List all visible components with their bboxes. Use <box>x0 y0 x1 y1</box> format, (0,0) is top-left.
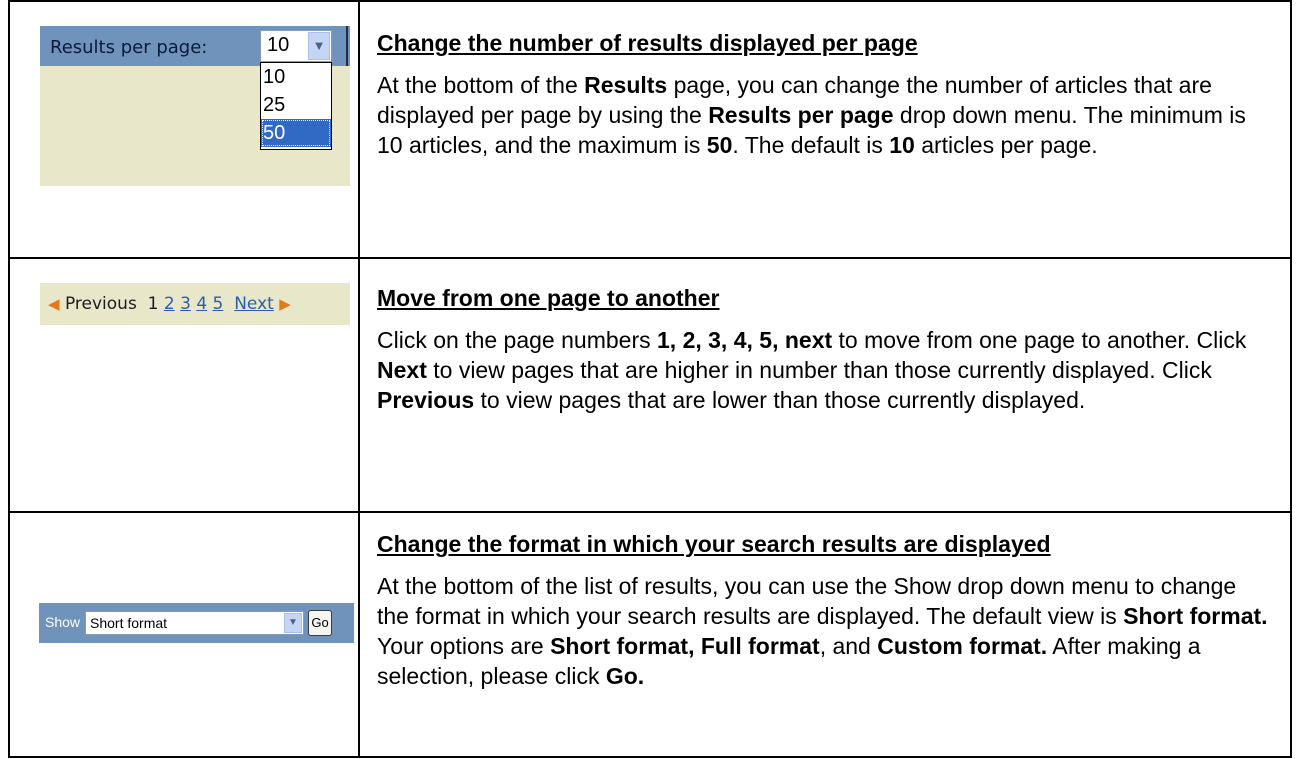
text: , and <box>819 633 878 660</box>
bold-text: Go. <box>605 663 645 690</box>
row2-widget-cell: ◀ Previous 1 2 3 4 5 Next ▶ <box>8 256 360 514</box>
show-label: Show <box>45 614 81 631</box>
bold-text: 50 <box>706 132 733 158</box>
next-link[interactable]: Next <box>234 294 274 314</box>
show-format-select[interactable]: Short format ▼ <box>85 611 304 636</box>
results-per-page-label: Results per page: <box>50 37 208 58</box>
results-per-page-bar: Results per page: 10 ▼ <box>40 26 350 66</box>
row3-widget-cell: Show Short format ▼ Go <box>8 511 360 758</box>
text: Click on the page numbers <box>377 326 657 353</box>
page-link-2[interactable]: 2 <box>164 294 175 314</box>
results-per-page-options: 10 25 50 <box>260 62 332 150</box>
row3-paragraph: At the bottom of the list of results, yo… <box>377 571 1268 691</box>
bold-text: Previous <box>377 386 475 413</box>
show-format-bar: Show Short format ▼ Go <box>39 603 354 644</box>
text: . The default is <box>732 132 890 158</box>
help-row-pagination: ◀ Previous 1 2 3 4 5 Next ▶ Move from on… <box>8 256 1292 514</box>
bold-text: Next <box>377 356 427 383</box>
bold-text: Short format. <box>1123 603 1268 630</box>
text: articles per page. <box>914 132 1098 158</box>
text: Your options are <box>377 633 551 660</box>
text: to move from one page to another. Click <box>832 326 1247 353</box>
pagination-widget: ◀ Previous 1 2 3 4 5 Next ▶ <box>40 282 350 325</box>
row1-description-cell: Change the number of results displayed p… <box>358 0 1292 259</box>
row1-heading: Change the number of results displayed p… <box>377 30 918 56</box>
bold-text: 10 <box>889 132 915 158</box>
bold-text: Custom format. <box>877 633 1048 660</box>
bold-text: 1, 2, 3, 4, 5, next <box>657 326 833 353</box>
triangle-left-icon[interactable]: ◀ <box>48 295 60 313</box>
option-50[interactable]: 50 <box>261 119 331 147</box>
row3-description-cell: Change the format in which your search r… <box>358 511 1292 758</box>
row1-widget-cell: Results per page: 10 ▼ 10 25 50 <box>8 0 360 259</box>
results-per-page-widget: Results per page: 10 ▼ 10 25 50 <box>40 26 350 186</box>
results-per-page-selected-value: 10 <box>267 34 290 56</box>
show-format-selected-value: Short format <box>90 615 168 632</box>
bold-text: Short format, Full format <box>550 633 820 660</box>
help-table: Results per page: 10 ▼ 10 25 50 Change t… <box>8 0 1292 758</box>
help-row-show-format: Show Short format ▼ Go Change the format… <box>8 511 1292 758</box>
page-link-5[interactable]: 5 <box>213 294 224 314</box>
row2-description-cell: Move from one page to another Click on t… <box>358 256 1292 514</box>
text: to view pages that are lower than those … <box>474 386 1086 413</box>
bold-text: Results per page <box>708 102 894 128</box>
page-link-4[interactable]: 4 <box>196 294 207 314</box>
option-10[interactable]: 10 <box>261 63 331 91</box>
option-25[interactable]: 25 <box>261 91 331 119</box>
row2-heading: Move from one page to another <box>377 284 720 311</box>
bold-text: Results <box>584 72 668 98</box>
help-row-results-per-page: Results per page: 10 ▼ 10 25 50 Change t… <box>8 0 1292 259</box>
current-page: 1 <box>147 293 159 314</box>
page-link-3[interactable]: 3 <box>180 294 191 314</box>
results-per-page-select[interactable]: 10 ▼ <box>260 30 332 62</box>
text: to view pages that are higher in number … <box>426 356 1212 383</box>
row1-paragraph: At the bottom of the Results page, you c… <box>377 70 1268 160</box>
triangle-right-icon[interactable]: ▶ <box>279 295 291 313</box>
chevron-down-icon[interactable]: ▼ <box>308 32 330 60</box>
go-button[interactable]: Go <box>308 610 332 637</box>
row3-heading: Change the format in which your search r… <box>377 531 1051 558</box>
bar-divider <box>346 26 348 66</box>
row2-paragraph: Click on the page numbers 1, 2, 3, 4, 5,… <box>377 325 1268 415</box>
chevron-down-icon[interactable]: ▼ <box>284 613 302 634</box>
text: At the bottom of the <box>377 72 585 98</box>
previous-link[interactable]: Previous <box>65 294 137 314</box>
text: At the bottom of the list of results, yo… <box>377 573 1237 630</box>
